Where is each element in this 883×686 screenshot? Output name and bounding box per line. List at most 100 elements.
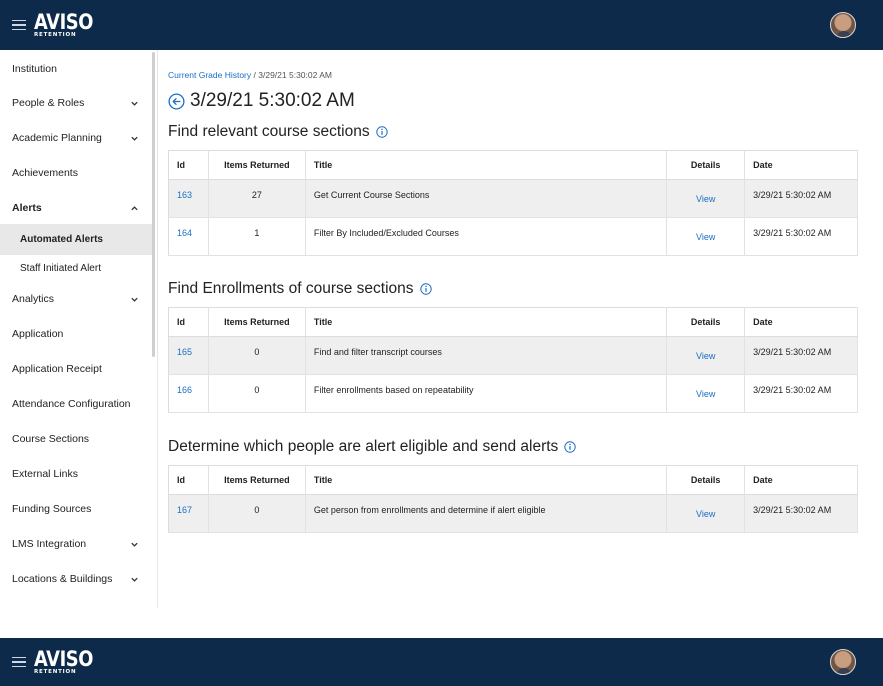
column-header-date[interactable]: Date (744, 307, 858, 337)
sidebar-item-people-roles[interactable]: People & Roles (0, 86, 152, 120)
sidebar-item-label: Locations & Buildings (12, 573, 113, 585)
date-cell: 3/29/21 5:30:02 AM (744, 494, 858, 533)
hamburger-icon[interactable] (12, 654, 26, 671)
view-link[interactable]: View (696, 389, 715, 399)
sidebar-item-label: Alerts (12, 202, 42, 214)
logo-text: AVISO (34, 9, 93, 34)
table-row: 164 1 Filter By Included/Excluded Course… (168, 217, 858, 256)
column-header-title[interactable]: Title (305, 465, 668, 495)
sidebar-item-application-receipt[interactable]: Application Receipt (0, 352, 152, 386)
column-header-date[interactable]: Date (744, 150, 858, 180)
column-header-title[interactable]: Title (305, 150, 668, 180)
title-cell: Get person from enrollments and determin… (305, 494, 668, 533)
sidebar-item-institution[interactable]: Institution (0, 52, 152, 86)
table-header-row: Id Items Returned Title Details Date (168, 465, 858, 495)
sidebar-scrollbar[interactable] (152, 52, 155, 357)
sidebar-item-alerts[interactable]: Alerts (0, 191, 152, 225)
page-title: 3/29/21 5:30:02 AM (168, 90, 355, 112)
view-link[interactable]: View (696, 194, 715, 204)
view-link[interactable]: View (696, 509, 715, 519)
sidebar-item-lms-integration[interactable]: LMS Integration (0, 527, 152, 561)
sidebar-item-locations-buildings[interactable]: Locations & Buildings (0, 562, 152, 596)
sidebar-item-course-sections[interactable]: Course Sections (0, 422, 152, 456)
bottom-header: AVISO RETENTION (0, 638, 883, 686)
chevron-down-icon (128, 573, 140, 585)
row-id-link[interactable]: 163 (177, 190, 192, 200)
steps-table: Id Items Returned Title Details Date 163… (168, 150, 858, 256)
items-returned-cell: 0 (208, 374, 306, 413)
user-avatar[interactable] (830, 649, 856, 675)
breadcrumb: Current Grade History / 3/29/21 5:30:02 … (168, 70, 332, 80)
info-icon[interactable] (375, 126, 388, 138)
back-arrow-icon[interactable] (168, 92, 185, 110)
table-header-row: Id Items Returned Title Details Date (168, 150, 858, 180)
breadcrumb-separator: / (253, 70, 256, 80)
sidebar-item-analytics[interactable]: Analytics (0, 282, 152, 316)
chevron-down-icon (128, 132, 140, 144)
date-cell: 3/29/21 5:30:02 AM (744, 374, 858, 413)
chevron-down-icon (128, 538, 140, 550)
aviso-logo[interactable]: AVISO RETENTION (34, 9, 103, 39)
sidebar-item-label: Automated Alerts (20, 234, 103, 245)
view-link[interactable]: View (696, 232, 715, 242)
table-row: 166 0 Filter enrollments based on repeat… (168, 374, 858, 413)
sidebar-item-staff-initiated-alert[interactable]: Staff Initiated Alert (0, 255, 152, 282)
top-header: AVISO RETENTION (0, 0, 883, 50)
sidebar-item-label: Funding Sources (12, 503, 92, 515)
table-row: 163 27 Get Current Course Sections View … (168, 179, 858, 218)
items-returned-cell: 1 (208, 217, 306, 256)
steps-table: Id Items Returned Title Details Date 167… (168, 465, 858, 533)
sidebar-item-attendance-configuration[interactable]: Attendance Configuration (0, 387, 152, 421)
column-header-details[interactable]: Details (666, 150, 746, 180)
row-id-link[interactable]: 164 (177, 228, 192, 238)
title-cell: Filter enrollments based on repeatabilit… (305, 374, 668, 413)
view-link[interactable]: View (696, 351, 715, 361)
column-header-details[interactable]: Details (666, 307, 746, 337)
sidebar-item-academic-planning[interactable]: Academic Planning (0, 121, 152, 155)
sidebar-item-automated-alerts[interactable]: Automated Alerts (0, 224, 152, 255)
section-title-text: Find Enrollments of course sections (168, 280, 414, 297)
info-icon[interactable] (419, 283, 432, 295)
section-title: Find Enrollments of course sections (168, 280, 432, 298)
column-header-date[interactable]: Date (744, 465, 858, 495)
items-returned-cell: 0 (208, 494, 306, 533)
hamburger-icon[interactable] (12, 17, 26, 34)
sidebar-item-external-links[interactable]: External Links (0, 457, 152, 491)
sidebar-item-label: Attendance Configuration (12, 398, 131, 410)
sidebar-item-label: External Links (12, 468, 78, 480)
section-title: Find relevant course sections (168, 123, 388, 141)
column-header-title[interactable]: Title (305, 307, 668, 337)
column-header-details[interactable]: Details (666, 465, 746, 495)
page-title-text: 3/29/21 5:30:02 AM (190, 90, 355, 111)
sidebar-item-funding-sources[interactable]: Funding Sources (0, 492, 152, 526)
title-cell: Find and filter transcript courses (305, 336, 668, 375)
sidebar-item-label: Application (12, 328, 64, 340)
row-id-link[interactable]: 166 (177, 385, 192, 395)
column-header-id[interactable]: Id (168, 465, 209, 495)
breadcrumb-link-current-grade-history[interactable]: Current Grade History (168, 70, 251, 80)
steps-table: Id Items Returned Title Details Date 165… (168, 307, 858, 413)
sidebar-item-label: Course Sections (12, 433, 90, 445)
user-avatar[interactable] (830, 12, 856, 38)
sidebar-item-achievements[interactable]: Achievements (0, 156, 152, 190)
column-header-items-returned[interactable]: Items Returned (208, 150, 306, 180)
breadcrumb-current: 3/29/21 5:30:02 AM (258, 70, 332, 80)
logo-text: AVISO (34, 646, 93, 671)
sidebar-item-label: Institution (12, 63, 57, 75)
column-header-items-returned[interactable]: Items Returned (208, 465, 306, 495)
column-header-id[interactable]: Id (168, 307, 209, 337)
column-header-items-returned[interactable]: Items Returned (208, 307, 306, 337)
date-cell: 3/29/21 5:30:02 AM (744, 179, 858, 218)
title-cell: Get Current Course Sections (305, 179, 668, 218)
column-header-id[interactable]: Id (168, 150, 209, 180)
chevron-up-icon (128, 202, 140, 214)
aviso-logo[interactable]: AVISO RETENTION (34, 646, 103, 676)
sidebar-item-label: Academic Planning (12, 132, 102, 144)
row-id-link[interactable]: 167 (177, 505, 192, 515)
sidebar-item-application[interactable]: Application (0, 317, 152, 351)
section-title-text: Find relevant course sections (168, 123, 370, 140)
section-title: Determine which people are alert eligibl… (168, 438, 577, 456)
row-id-link[interactable]: 165 (177, 347, 192, 357)
sidebar-item-label: Achievements (12, 167, 78, 179)
info-icon[interactable] (564, 441, 577, 453)
